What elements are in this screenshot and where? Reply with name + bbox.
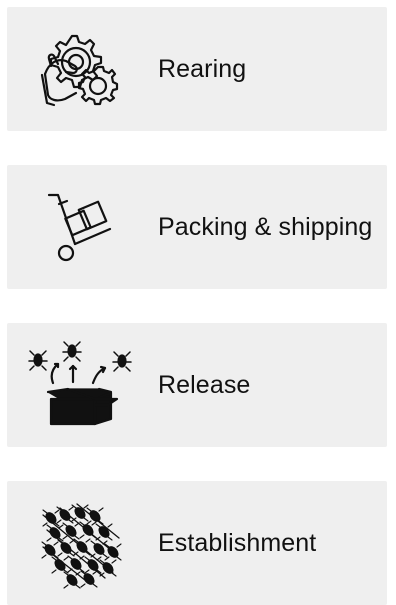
establishment-stage-card: Establishment	[7, 481, 387, 605]
gear-hand-icon	[23, 21, 133, 117]
packing-shipping-label: Packing & shipping	[158, 212, 373, 241]
establishment-label: Establishment	[158, 528, 317, 557]
hand-truck-boxes-icon	[23, 179, 133, 275]
open-box-insects-icon	[23, 337, 133, 433]
release-stage-card: Release	[7, 323, 387, 447]
rearing-stage-card: Rearing	[7, 7, 387, 131]
rearing-label: Rearing	[158, 54, 247, 83]
insect-colony-icon	[23, 495, 133, 591]
packing-shipping-stage-card: Packing & shipping	[7, 165, 387, 289]
release-label: Release	[158, 370, 251, 399]
